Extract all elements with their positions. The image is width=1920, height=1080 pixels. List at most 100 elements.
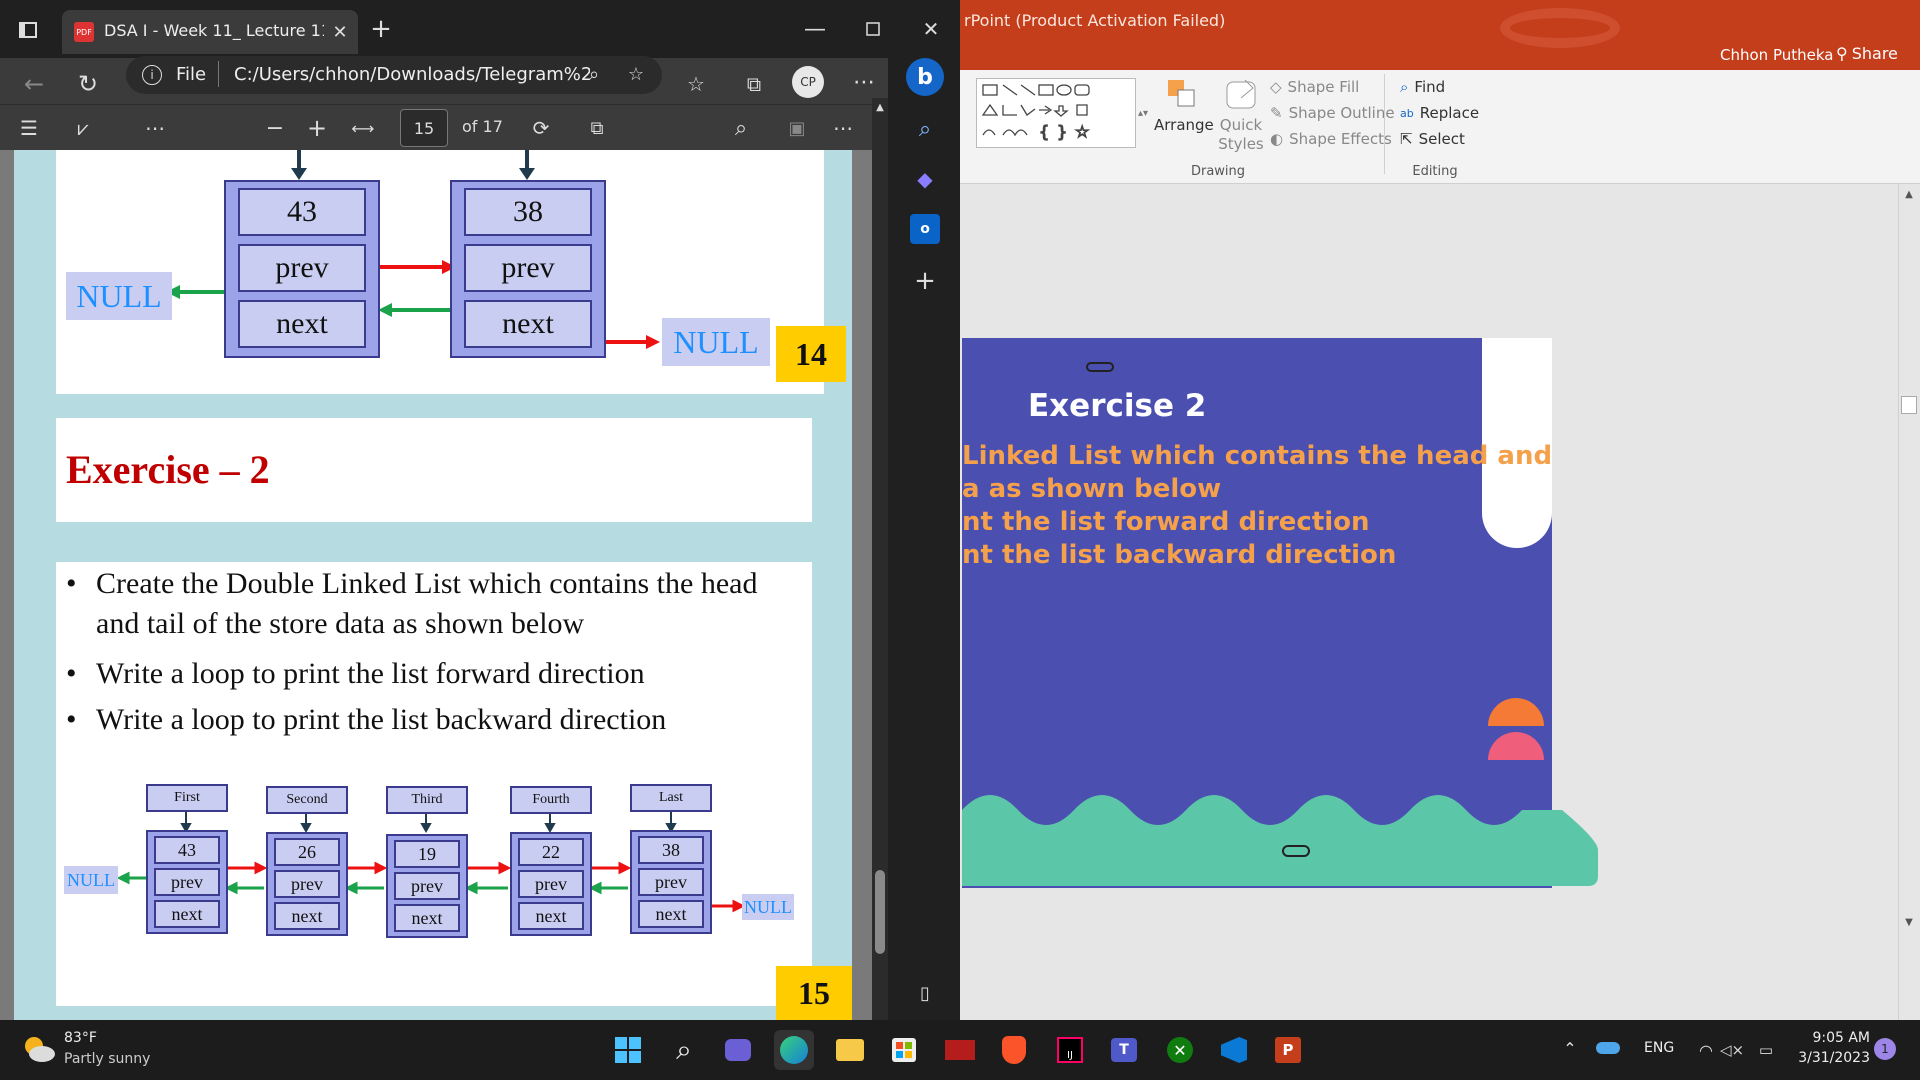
vscode-icon[interactable] [1214, 1030, 1254, 1070]
node-next: next [638, 900, 704, 928]
zoom-out-icon[interactable]: − [260, 113, 290, 143]
taskbar-search-icon[interactable]: ⌕ [664, 1030, 704, 1070]
brave-icon[interactable] [994, 1030, 1034, 1070]
slide-orange-semicircle [1488, 698, 1544, 726]
node-prev: prev [464, 244, 592, 292]
powerpoint-taskbar-icon[interactable]: P [1268, 1030, 1308, 1070]
pdf-more-icon[interactable]: ⋯ [828, 113, 858, 143]
replace-button[interactable]: ab Replace [1400, 104, 1479, 122]
onedrive-icon[interactable] [1596, 1042, 1620, 1054]
draw-icon[interactable]: ⩗ [68, 113, 98, 143]
fit-width-icon[interactable]: ⟷ [348, 113, 378, 143]
shape-fill-button[interactable]: ◇ Shape Fill [1270, 78, 1359, 96]
quick-styles-icon [1226, 79, 1256, 109]
pdf-icon: PDF [74, 22, 94, 42]
share-button[interactable]: ⚲ Share [1836, 44, 1898, 63]
more-menu-icon[interactable]: ⋯ [848, 66, 880, 98]
rotate-icon[interactable]: ⟳ [526, 113, 556, 143]
ppt-scrollbar[interactable]: ▲ ▼ [1898, 184, 1920, 1020]
null-left: NULL [66, 272, 172, 320]
back-icon[interactable]: ← [18, 68, 50, 100]
weather-icon[interactable] [22, 1034, 56, 1064]
start-icon[interactable] [608, 1030, 648, 1070]
scroll-thumb[interactable] [875, 870, 885, 954]
app-red-icon[interactable] [940, 1030, 980, 1070]
address-divider [218, 61, 219, 87]
close-tab-icon[interactable]: ✕ [328, 20, 352, 44]
ppt-scroll-down-icon[interactable]: ▼ [1901, 914, 1917, 930]
notification-badge[interactable]: 1 [1874, 1038, 1896, 1060]
bing-icon[interactable]: b [906, 58, 944, 96]
node-43: 43 prev next [224, 180, 380, 358]
zoom-icon[interactable]: ⌕ [580, 60, 608, 88]
arrange-button[interactable]: Arrange [1154, 76, 1214, 134]
ppt-scroll-up-icon[interactable]: ▲ [1901, 186, 1917, 202]
editing-group-label: Editing [1412, 164, 1458, 179]
page-view-icon[interactable]: ⧉ [582, 113, 612, 143]
browser-tab[interactable]: PDF DSA I - Week 11_ Lecture 11 (2).p ✕ [62, 10, 358, 54]
page-number-input[interactable]: 15 [400, 109, 448, 147]
ppt-ribbon: {} ☆ ▴▾ Arrange Quick Styles ◇ Shape Fill … [960, 70, 1920, 184]
xbox-icon[interactable]: ✕ [1160, 1030, 1200, 1070]
intellij-icon[interactable]: IJ [1050, 1030, 1090, 1070]
quick-styles-button[interactable]: Quick Styles [1214, 76, 1268, 154]
contents-icon[interactable]: ☰ [14, 113, 44, 143]
more-tools-icon[interactable]: ⋯ [140, 113, 170, 143]
gallery-scroll[interactable]: ▴▾ [1136, 78, 1150, 148]
select-button[interactable]: ⇱ Select [1400, 130, 1465, 148]
find-button[interactable]: ⌕ Find [1400, 78, 1445, 96]
outlook-icon[interactable]: o [910, 214, 940, 244]
new-tab-icon[interactable]: + [366, 14, 396, 44]
profile-avatar[interactable]: CP [792, 66, 824, 98]
close-window-icon[interactable]: ✕ [916, 14, 946, 44]
edge-sidebar: b ⌕ ◆ o + ▯ [888, 58, 960, 1020]
battery-icon[interactable]: ▭ [1752, 1038, 1780, 1062]
pdf-toolbar: ☰ ⩗ ⋯ − + ⟷ 15 of 17 ⟳ ⧉ ⌕ ▣ ⋯ [0, 104, 876, 150]
teams-chat-icon[interactable] [718, 1030, 758, 1070]
teams-icon[interactable]: T [1104, 1030, 1144, 1070]
refresh-icon[interactable]: ↻ [72, 68, 104, 100]
shape-outline-button[interactable]: ✎ Shape Outline [1270, 104, 1395, 122]
share-icon: ⚲ [1836, 44, 1848, 63]
search-icon[interactable]: ⌕ [726, 113, 756, 143]
scroll-up-icon[interactable]: ▲ [872, 100, 888, 114]
save-icon[interactable]: ▣ [782, 113, 812, 143]
slide-handle-top[interactable] [1086, 362, 1114, 372]
language-indicator[interactable]: ENG [1644, 1040, 1674, 1056]
node-prev: prev [274, 870, 340, 898]
show-hidden-icon[interactable]: ⌃ [1558, 1036, 1582, 1060]
ppt-scroll-thumb[interactable] [1901, 396, 1917, 414]
sidebar-search-icon[interactable]: ⌕ [910, 114, 940, 144]
node-prev: prev [518, 870, 584, 898]
node-value: 22 [518, 838, 584, 866]
node-2: 26 prev next [266, 832, 348, 936]
volume-muted-icon[interactable]: ◁× [1720, 1038, 1744, 1062]
add-favorite-icon[interactable]: ☆ [622, 60, 650, 88]
minimize-icon[interactable]: — [800, 14, 830, 44]
shape-effects-button[interactable]: ◐ Shape Effects [1270, 130, 1392, 148]
store-icon[interactable] [884, 1030, 924, 1070]
tab-actions-icon[interactable] [14, 16, 42, 44]
replace-icon: ab [1400, 106, 1414, 120]
add-sidebar-icon[interactable]: + [910, 266, 940, 296]
effects-icon: ◐ [1270, 130, 1284, 148]
slide-handle-bottom[interactable] [1282, 845, 1310, 857]
address-text[interactable]: C:/Users/chhon/Downloads/Telegram%2... [234, 64, 590, 85]
hide-sidebar-icon[interactable]: ▯ [910, 978, 940, 1008]
file-explorer-icon[interactable] [830, 1030, 870, 1070]
clock-date[interactable]: 3/31/2023 [1790, 1050, 1870, 1066]
collections-icon[interactable]: ⧉ [738, 68, 770, 100]
address-bar[interactable]: i File C:/Users/chhon/Downloads/Telegram… [126, 56, 662, 94]
maximize-icon[interactable] [858, 14, 888, 44]
copilot-icon[interactable]: ◆ [910, 164, 940, 194]
info-icon[interactable]: i [142, 65, 162, 85]
pdf-scrollbar[interactable]: ▲ [872, 98, 888, 1020]
edge-taskbar-icon[interactable] [774, 1030, 814, 1070]
favorites-icon[interactable]: ☆ [680, 68, 712, 100]
clock-time[interactable]: 9:05 AM [1800, 1030, 1870, 1046]
ppt-titlebar: rPoint (Product Activation Failed) Chhon… [960, 0, 1920, 70]
pdf-viewer[interactable]: 43 prev next 38 prev next NULL NULL 14 E… [0, 150, 872, 1020]
zoom-in-icon[interactable]: + [302, 113, 332, 143]
shapes-gallery[interactable]: {} ☆ [976, 78, 1136, 148]
wifi-icon[interactable]: ◠ [1694, 1038, 1718, 1062]
